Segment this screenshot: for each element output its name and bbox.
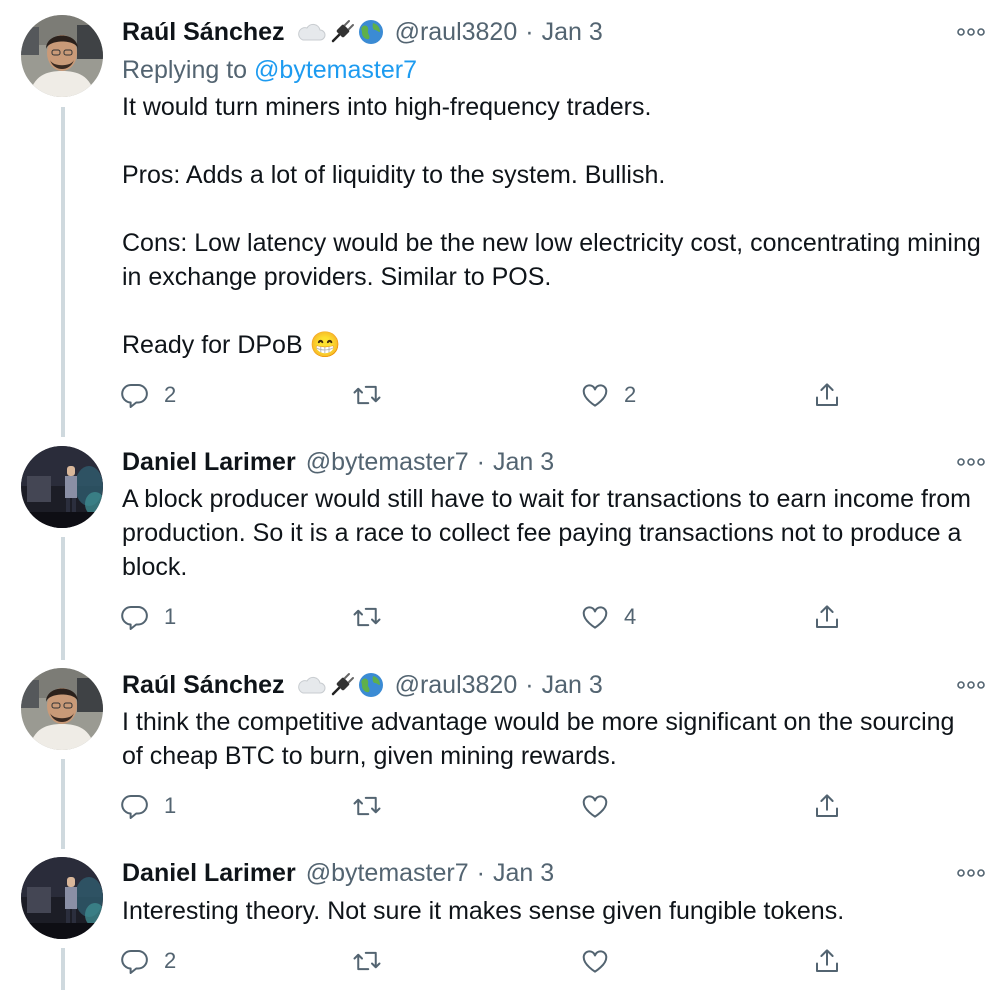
retweet-button[interactable] (352, 945, 396, 977)
tweet-text-line: Ready for DPoB 😁 (122, 331, 341, 359)
more-options-icon[interactable] (956, 452, 986, 472)
replying-to: Replying to @bytemaster7 (122, 56, 417, 85)
separator-dot: · (525, 670, 534, 699)
author-name[interactable]: Daniel Larimer (122, 448, 296, 477)
thread-line (61, 948, 65, 990)
plug-icon (331, 673, 354, 696)
author-name[interactable]: Raúl Sánchez (122, 671, 285, 700)
reply-count: 2 (164, 948, 177, 973)
thread-line (61, 759, 65, 849)
thread-line (61, 537, 65, 660)
tweet-actions: 2 (120, 945, 860, 977)
reply-count: 1 (164, 604, 177, 629)
like-button[interactable] (580, 945, 624, 977)
share-button[interactable] (812, 790, 842, 822)
separator-dot: · (476, 858, 485, 887)
avatar[interactable] (21, 15, 103, 97)
cloud-icon (297, 23, 325, 41)
like-button[interactable]: 2 (580, 379, 636, 411)
reply-icon (120, 380, 150, 410)
like-button[interactable]: 4 (580, 601, 636, 633)
like-count: 4 (624, 604, 637, 629)
reply-button[interactable]: 1 (120, 790, 176, 822)
globe-icon (358, 673, 383, 697)
retweet-icon (352, 791, 382, 821)
tweet-text: A block producer would still have to wai… (122, 482, 982, 584)
heart-icon (580, 380, 610, 410)
reply-button[interactable]: 2 (120, 379, 176, 411)
reply-count: 2 (164, 382, 177, 407)
heart-icon (580, 791, 610, 821)
name-badges (295, 671, 385, 699)
tweet-actions: 2 2 (120, 379, 860, 411)
author-name[interactable]: Daniel Larimer (122, 859, 296, 888)
name-badges (295, 18, 385, 46)
tweet-actions: 1 4 (120, 601, 860, 633)
retweet-button[interactable] (352, 790, 396, 822)
tweet-text-line: A block producer would still have to wai… (122, 485, 972, 581)
reply-count: 1 (164, 793, 177, 818)
tweet-text-line: It would turn miners into high-frequency… (122, 93, 652, 121)
tweet-text: It would turn miners into high-frequency… (122, 90, 982, 362)
share-button[interactable] (812, 601, 842, 633)
author-handle[interactable]: @raul3820 (395, 18, 518, 47)
share-icon (812, 791, 842, 821)
reply-icon (120, 602, 150, 632)
tweet-text-line: I think the competitive advantage would … (122, 708, 955, 770)
thread-line (61, 107, 65, 437)
reply-icon (120, 791, 150, 821)
reply-button[interactable]: 1 (120, 601, 176, 633)
globe-icon (358, 20, 383, 44)
tweet-text-line: Interesting theory. Not sure it makes se… (122, 897, 845, 925)
retweet-button[interactable] (352, 601, 396, 633)
reply-icon (120, 946, 150, 976)
tweet-date[interactable]: Jan 3 (493, 448, 554, 477)
tweet-text: Interesting theory. Not sure it makes se… (122, 894, 982, 928)
author-handle[interactable]: @bytemaster7 (306, 448, 469, 477)
share-icon (812, 602, 842, 632)
avatar[interactable] (21, 446, 103, 528)
tweet-header: Raúl Sánchez @raul3820 · Jan 3 (122, 14, 603, 50)
share-button[interactable] (812, 379, 842, 411)
tweet-text: I think the competitive advantage would … (122, 705, 982, 773)
author-handle[interactable]: @raul3820 (395, 671, 518, 700)
tweet-text-line: Pros: Adds a lot of liquidity to the sys… (122, 161, 666, 189)
more-options-icon[interactable] (956, 22, 986, 42)
more-options-icon[interactable] (956, 863, 986, 883)
like-count: 2 (624, 382, 637, 407)
reply-button[interactable]: 2 (120, 945, 176, 977)
cloud-icon (297, 676, 325, 694)
share-icon (812, 946, 842, 976)
share-icon (812, 380, 842, 410)
separator-dot: · (525, 17, 534, 46)
replying-to-link[interactable]: @bytemaster7 (254, 56, 417, 84)
tweet-header: Daniel Larimer @bytemaster7 · Jan 3 (122, 444, 554, 480)
tweet-header: Daniel Larimer @bytemaster7 · Jan 3 (122, 855, 554, 891)
heart-icon (580, 602, 610, 632)
avatar[interactable] (21, 668, 103, 750)
author-name[interactable]: Raúl Sánchez (122, 18, 285, 47)
like-button[interactable] (580, 790, 624, 822)
share-button[interactable] (812, 945, 842, 977)
tweet-date[interactable]: Jan 3 (542, 671, 603, 700)
retweet-button[interactable] (352, 379, 396, 411)
tweet-date[interactable]: Jan 3 (542, 18, 603, 47)
more-options-icon[interactable] (956, 675, 986, 695)
author-handle[interactable]: @bytemaster7 (306, 859, 469, 888)
tweet-date[interactable]: Jan 3 (493, 859, 554, 888)
tweet-header: Raúl Sánchez @raul3820 · Jan 3 (122, 667, 603, 703)
retweet-icon (352, 380, 382, 410)
separator-dot: · (476, 447, 485, 476)
heart-icon (580, 946, 610, 976)
avatar[interactable] (21, 857, 103, 939)
tweet-actions: 1 (120, 790, 860, 822)
replying-to-label: Replying to (122, 56, 248, 84)
retweet-icon (352, 602, 382, 632)
plug-icon (331, 20, 354, 43)
tweet-text-line: Cons: Low latency would be the new low e… (122, 229, 981, 291)
retweet-icon (352, 946, 382, 976)
